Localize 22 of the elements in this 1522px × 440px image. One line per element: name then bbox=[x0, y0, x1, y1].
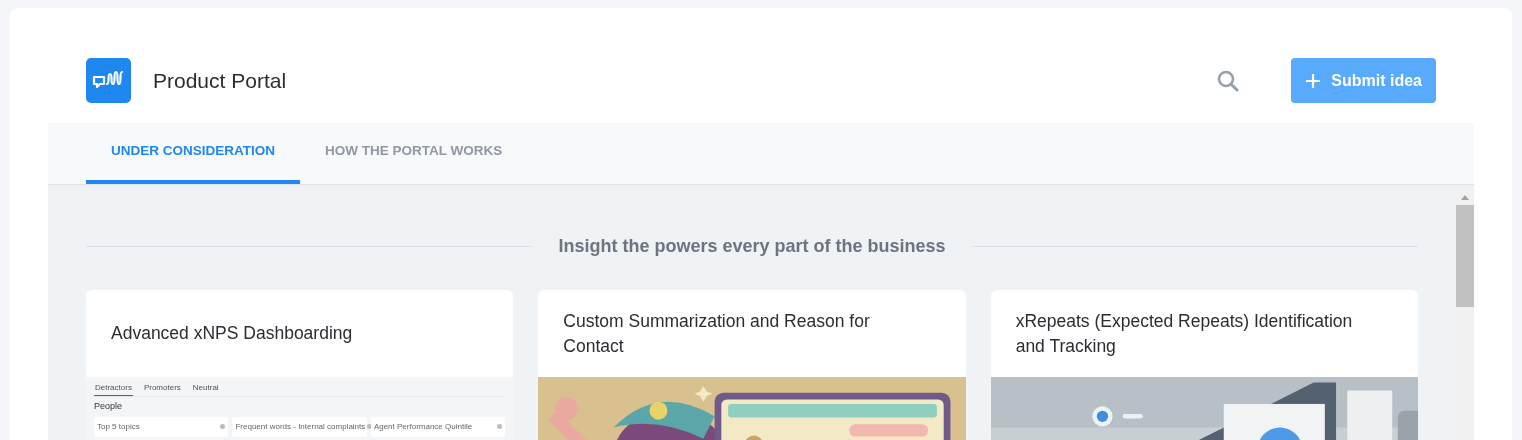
portal-title: Product Portal bbox=[153, 67, 287, 94]
scrollbar-thumb[interactable] bbox=[1456, 205, 1474, 307]
section-heading: Insight the powers every part of the business bbox=[558, 235, 946, 258]
info-icon bbox=[220, 424, 226, 429]
info-icon bbox=[497, 424, 503, 429]
plus-icon bbox=[1305, 72, 1322, 89]
dashboard-tab[interactable]: Promoters bbox=[142, 383, 182, 396]
idea-card[interactable]: xRepeats (Expected Repeats) Identification and Tracking bbox=[990, 290, 1418, 440]
dashboard-heading: People bbox=[94, 400, 123, 413]
widget-title: Agent Performance Quintile bbox=[373, 420, 473, 433]
idea-card[interactable]: Custom Summarization and Reason for Contact bbox=[538, 290, 966, 440]
card-title: Custom Summarization and Reason for Contact bbox=[563, 309, 871, 358]
search-icon[interactable] bbox=[1217, 69, 1240, 92]
card-title: xRepeats (Expected Repeats) Identification and Tracking bbox=[1015, 309, 1354, 358]
scrollbar[interactable] bbox=[1456, 185, 1474, 440]
widget-title: Top 5 topics bbox=[97, 420, 140, 433]
idea-card[interactable]: Advanced xNPS Dashboarding Detractors Promoters Neutral People Top 5 topics Frequent words - Internal complaints Agent Performance Quintile bbox=[86, 290, 514, 440]
dashboard-tab[interactable]: Neutral bbox=[191, 383, 220, 396]
logo-icon bbox=[86, 58, 131, 103]
widget-title: Frequent words - Internal complaints bbox=[235, 420, 366, 433]
card-title: Advanced xNPS Dashboarding bbox=[111, 322, 353, 345]
dashboard-tab[interactable]: Detractors bbox=[94, 383, 133, 396]
